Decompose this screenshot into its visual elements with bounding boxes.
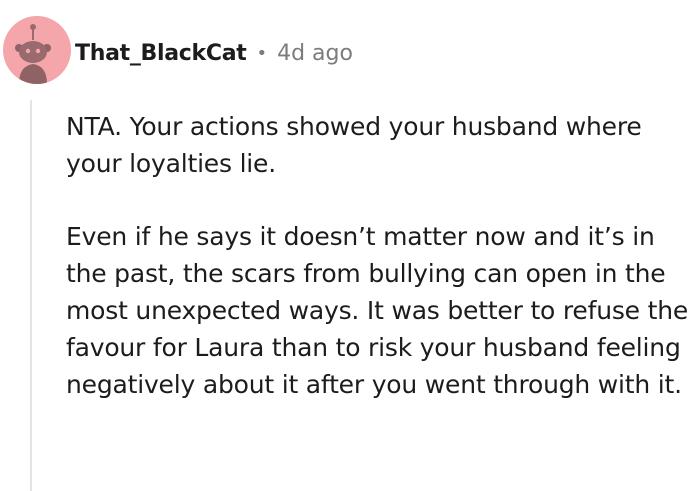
avatar[interactable] bbox=[3, 16, 71, 84]
comment-view: That_BlackCat • 4d ago NTA. Your actions… bbox=[0, 0, 700, 491]
comment-timestamp[interactable]: 4d ago bbox=[277, 41, 353, 66]
thread-line[interactable] bbox=[30, 100, 32, 491]
comment-body: NTA. Your actions showed your husband wh… bbox=[66, 108, 692, 439]
comment-paragraph: NTA. Your actions showed your husband wh… bbox=[66, 112, 642, 178]
comment-meta: That_BlackCat • 4d ago bbox=[75, 36, 353, 70]
comment-header: That_BlackCat • 4d ago bbox=[0, 0, 700, 100]
snoo-avatar-icon bbox=[15, 24, 51, 84]
comment-paragraph: Even if he says it doesn’t matter now an… bbox=[66, 222, 689, 399]
author-username[interactable]: That_BlackCat bbox=[75, 41, 247, 66]
meta-separator: • bbox=[256, 42, 268, 64]
